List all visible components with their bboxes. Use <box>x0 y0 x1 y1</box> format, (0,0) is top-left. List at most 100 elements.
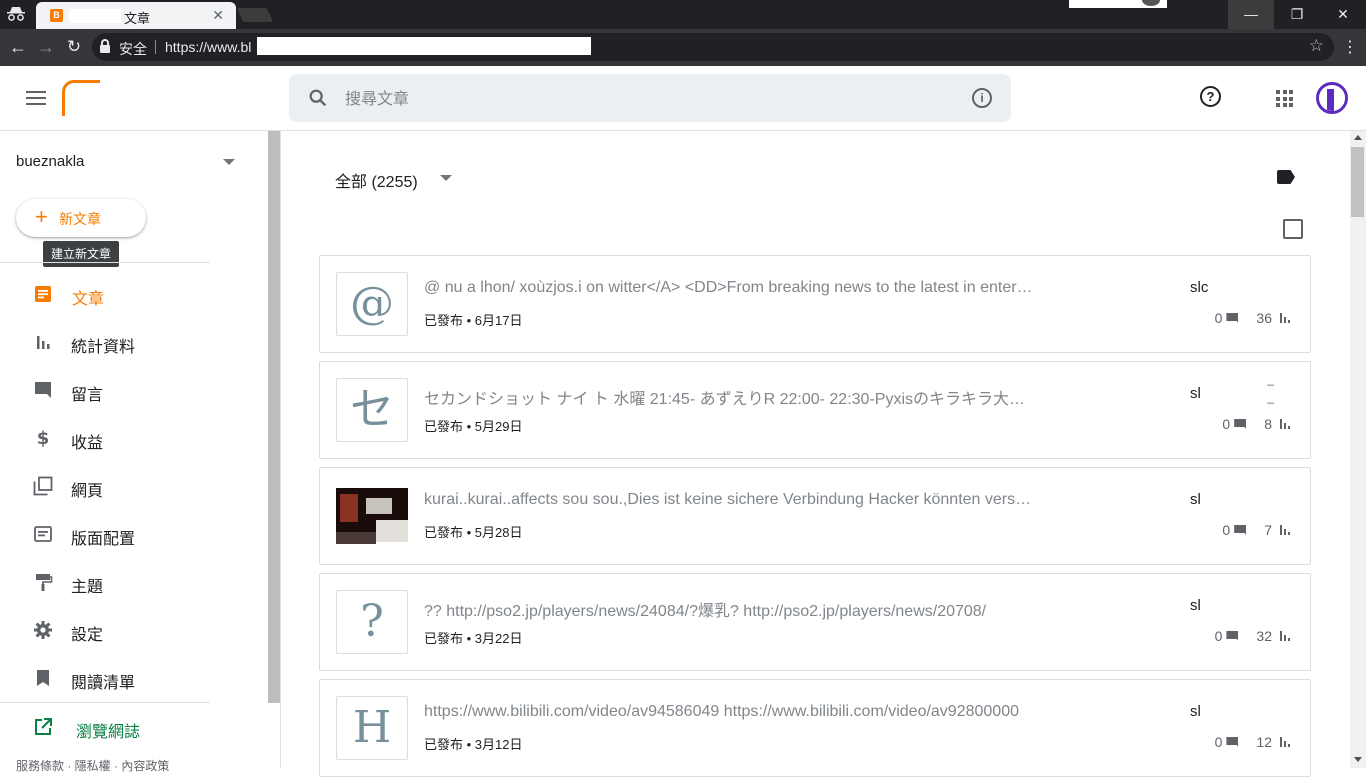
sidebar-item-label: 設定 <box>71 627 104 644</box>
search-input[interactable] <box>345 86 945 110</box>
sidebar-item-pages[interactable]: 網頁 <box>0 466 268 506</box>
sidebar-item-label: 留言 <box>71 387 104 404</box>
post-title[interactable]: https://www.bilibili.com/video/av9458604… <box>424 703 1034 721</box>
post-stats: 0 32 <box>1215 628 1290 644</box>
views-bar-icon <box>1280 313 1290 323</box>
tab-close-icon[interactable]: ✕ <box>212 7 224 24</box>
sidebar-scrollbar[interactable] <box>268 131 280 703</box>
search-bar: i <box>289 74 1011 122</box>
dash-mark: _ <box>1267 372 1274 386</box>
comment-icon <box>1234 419 1247 429</box>
sidebar-item-label: 收益 <box>71 435 104 452</box>
post-stats: 0 8 <box>1222 416 1290 432</box>
redacted-url <box>257 37 591 55</box>
apps-grid-icon[interactable] <box>1276 90 1293 107</box>
new-post-tooltip: 建立新文章 <box>43 241 119 267</box>
posts-icon <box>35 286 51 302</box>
address-bar[interactable]: 安全 https://www.bl ☆ <box>92 33 1334 61</box>
sidebar-item-layout[interactable]: 版面配置 <box>0 514 268 554</box>
help-icon[interactable]: ? <box>1200 86 1221 107</box>
comment-count: 0 <box>1214 734 1223 750</box>
sidebar-item-settings[interactable]: 設定 <box>0 610 268 650</box>
forward-arrow-icon[interactable]: → <box>36 37 56 57</box>
secure-label: 安全 <box>119 41 147 57</box>
url-text: https://www.bl <box>165 39 252 55</box>
sidebar-divider <box>0 262 210 263</box>
footer-links[interactable]: 服務條款 · 隱私權 · 內容政策 <box>16 757 169 774</box>
search-icon[interactable] <box>307 87 329 109</box>
post-author: sl <box>1190 385 1201 402</box>
post-row[interactable]: H https://www.bilibili.com/video/av94586… <box>319 679 1311 777</box>
sidebar-item-theme[interactable]: 主題 <box>0 562 268 602</box>
sidebar-item-label: 網頁 <box>71 483 104 500</box>
post-author: sl <box>1190 491 1201 508</box>
post-row[interactable]: kurai..kurai..affects sou sou.,Dies ist … <box>319 467 1311 565</box>
post-title[interactable]: kurai..kurai..affects sou sou.,Dies ist … <box>424 491 1034 509</box>
window-close-icon[interactable]: ✕ <box>1320 0 1366 29</box>
view-count: 36 <box>1256 310 1272 326</box>
chevron-down-icon[interactable] <box>440 175 452 181</box>
menu-icon[interactable] <box>26 91 46 105</box>
post-stats: 0 12 <box>1215 734 1290 750</box>
select-all-checkbox[interactable] <box>1283 219 1303 239</box>
sidebar-item-earnings[interactable]: $ 收益 <box>0 418 268 458</box>
views-bar-icon <box>1280 737 1290 747</box>
view-count: 12 <box>1256 734 1272 750</box>
sidebar-item-view-blog[interactable]: 瀏覽網誌 <box>0 707 268 747</box>
post-row[interactable]: @ @ nu a lhon/ xoùzjos.i on witter</A> <… <box>319 255 1311 353</box>
post-title[interactable]: @ nu a lhon/ xoùzjos.i on witter</A> <DD… <box>424 279 1034 297</box>
post-status-date: 已發布 • 5月28日 <box>424 525 523 540</box>
post-title[interactable]: ?? http://pso2.jp/players/news/24084/?爆乳… <box>424 597 1034 621</box>
post-thumbnail: @ <box>336 272 408 336</box>
post-status-date: 已發布 • 5月29日 <box>424 419 523 434</box>
main-scrollbar[interactable] <box>1350 131 1366 768</box>
post-stats: 0 36 <box>1215 310 1290 326</box>
reload-icon[interactable]: ↻ <box>64 37 84 57</box>
post-title[interactable]: セカンドショット ナイ ト 水曜 21:45- あずえりR 22:00- 22:… <box>424 385 1034 409</box>
post-stats: 0 7 <box>1222 522 1290 538</box>
browser-tab[interactable]: B 文章 ✕ <box>36 2 236 29</box>
views-bar-icon <box>1280 525 1290 535</box>
view-count: 32 <box>1256 628 1272 644</box>
scroll-down-icon[interactable] <box>1354 757 1362 762</box>
post-list-panel: 全部 (2255) @ @ nu a lhon/ xoùzjos.i on wi… <box>281 131 1350 777</box>
account-avatar[interactable] <box>1316 82 1348 114</box>
post-thumbnail: セ <box>336 378 408 442</box>
sidebar-item-label: 瀏覽網誌 <box>76 724 141 741</box>
minimize-icon[interactable]: — <box>1228 0 1274 29</box>
back-arrow-icon[interactable]: ← <box>8 37 28 57</box>
new-post-button[interactable]: + 新文章 <box>16 199 146 237</box>
sidebar-item-label: 統計資料 <box>71 339 136 356</box>
comment-icon <box>1226 737 1239 747</box>
sidebar-item-comments[interactable]: 留言 <box>0 370 268 410</box>
label-icon[interactable] <box>1277 170 1295 184</box>
gear-icon <box>34 621 52 639</box>
post-author: sl <box>1190 703 1201 720</box>
bookmark-star-icon[interactable]: ☆ <box>1309 36 1324 56</box>
sidebar-item-label: 文章 <box>72 291 105 308</box>
sidebar-item-posts[interactable]: 文章 <box>0 274 268 314</box>
address-separator <box>155 40 156 54</box>
sidebar-item-reading-list[interactable]: 閱讀清單 <box>0 658 268 698</box>
restore-icon[interactable]: ❐ <box>1274 0 1320 29</box>
incognito-icon <box>6 6 26 22</box>
post-row[interactable]: ? ?? http://pso2.jp/players/news/24084/?… <box>319 573 1311 671</box>
scrollbar-thumb[interactable] <box>1351 147 1364 217</box>
sidebar-item-stats[interactable]: 統計資料 <box>0 322 268 362</box>
views-bar-icon <box>1280 419 1290 429</box>
blog-name[interactable]: bueznakla <box>16 153 84 170</box>
post-status-date: 已發布 • 6月17日 <box>424 313 523 328</box>
theme-icon <box>36 574 53 591</box>
chrome-menu-icon[interactable]: ⋮ <box>1342 37 1358 57</box>
dash-mark: _ <box>1267 390 1274 404</box>
app-header: i ? <box>0 66 1366 131</box>
scroll-up-icon[interactable] <box>1354 135 1362 140</box>
plus-icon: + <box>35 204 48 229</box>
blog-selector-chevron-icon[interactable] <box>223 159 235 165</box>
info-icon[interactable]: i <box>972 88 992 108</box>
post-row[interactable]: セ セカンドショット ナイ ト 水曜 21:45- あずえりR 22:00- 2… <box>319 361 1311 459</box>
comment-icon <box>1234 525 1247 535</box>
post-filter-dropdown[interactable]: 全部 (2255) <box>335 168 418 192</box>
blogger-logo[interactable] <box>62 80 100 116</box>
new-tab-button[interactable] <box>236 8 274 22</box>
